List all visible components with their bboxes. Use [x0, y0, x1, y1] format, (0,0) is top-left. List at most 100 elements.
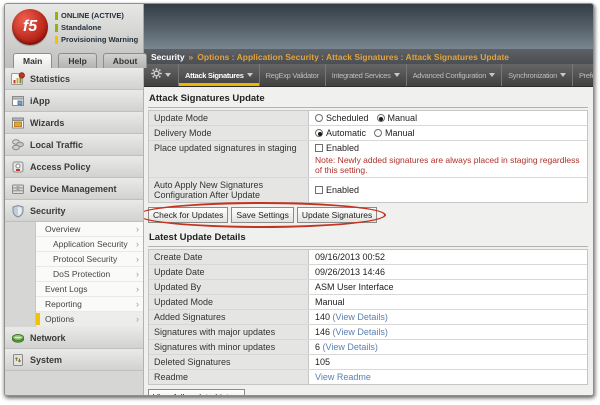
save-settings-button[interactable]: Save Settings [231, 207, 293, 223]
device-management-icon [10, 182, 25, 196]
nav-tab-label: About [113, 56, 138, 66]
view-readme-link[interactable]: View Readme [315, 372, 371, 382]
sidebar-item-label: Wizards [30, 118, 64, 128]
radio-delivery-manual[interactable] [374, 129, 382, 137]
setting-label: Update Mode [149, 111, 309, 125]
nav-tab-about[interactable]: About [103, 53, 148, 68]
sidebar-bottom-items: Network System [5, 327, 143, 371]
security-icon [10, 204, 25, 218]
setting-label: Delivery Mode [149, 126, 309, 140]
breadcrumb-path[interactable]: Options : Application Security : Attack … [197, 52, 509, 62]
view-details-link[interactable]: View Details [336, 312, 385, 322]
staging-row: Place updated signatures in staging Enab… [149, 141, 587, 178]
sidebar-subitem-protocol-security[interactable]: Protocol Security › [36, 252, 143, 267]
radio-scheduled[interactable] [315, 114, 323, 122]
delivery-mode-row: Delivery Mode Automatic Manual [149, 126, 587, 141]
nav-tab-main[interactable]: Main [13, 53, 52, 68]
toolbar-tab-label: Preferences [579, 71, 593, 80]
status-indicator-icon [55, 36, 58, 44]
system-icon [10, 353, 25, 367]
sidebar-subitem-options[interactable]: Options › [36, 312, 143, 327]
check-for-updates-button[interactable]: Check for Updates [148, 207, 228, 223]
sidebar-item-security[interactable]: Security [5, 200, 143, 222]
view-full-update-history-button[interactable]: View full update history [148, 389, 245, 395]
status-label: Provisioning Warning [61, 35, 138, 44]
toolbar-gear-button[interactable] [144, 64, 179, 86]
toolbar-tab-regexp-validator[interactable]: RegExp Validator [260, 64, 326, 86]
sidebar-subitem-label: Protocol Security [53, 254, 117, 264]
sidebar-subitem-overview[interactable]: Overview › [36, 222, 143, 237]
sidebar-item-statistics[interactable]: Statistics [5, 68, 143, 90]
latest-update-details-section: Latest Update Details Create Date 09/16/… [148, 230, 588, 395]
detail-value-text: 140 [315, 312, 330, 322]
sidebar-item-device-management[interactable]: Device Management [5, 178, 143, 200]
dropdown-arrow-icon [165, 73, 171, 77]
radio-manual[interactable] [377, 114, 385, 122]
detail-value-text: Manual [315, 297, 345, 307]
settings-buttons: Check for UpdatesSave SettingsUpdate Sig… [148, 207, 377, 223]
wizards-icon [10, 116, 25, 130]
view-details-link[interactable]: View Details [326, 342, 375, 352]
sidebar-item-access-policy[interactable]: Access Policy [5, 156, 143, 178]
toolbar-tab-attack-signatures[interactable]: Attack Signatures [179, 64, 260, 86]
network-icon [10, 331, 25, 345]
main-content: Attack Signatures Update Update Mode Sch… [144, 87, 593, 395]
detail-label: Signatures with minor updates [149, 340, 309, 354]
toolbar-tab-label: Attack Signatures [185, 71, 244, 80]
toolbar-tab-preferences[interactable]: Preferences [573, 64, 593, 86]
sidebar-item-local-traffic[interactable]: Local Traffic [5, 134, 143, 156]
radio-automatic[interactable] [315, 129, 323, 137]
local-traffic-icon [10, 138, 25, 152]
auto-apply-row: Auto Apply New Signatures Configuration … [149, 178, 587, 202]
detail-label: Readme [149, 370, 309, 384]
sidebar-subitem-application-security[interactable]: Application Security › [36, 237, 143, 252]
sidebar-item-wizards[interactable]: Wizards [5, 112, 143, 134]
security-toolbar: Attack Signatures RegExp Validator Integ… [144, 64, 593, 87]
device-status: ONLINE (ACTIVE) Standalone Provisioning … [55, 11, 138, 47]
radio-label-manual: Manual [388, 113, 418, 123]
detail-value-text: ASM User Interface [315, 282, 394, 292]
setting-label: Auto Apply New Signatures Configuration … [149, 178, 309, 202]
sidebar-item-system[interactable]: System [5, 349, 143, 371]
auto-apply-enabled-checkbox[interactable] [315, 186, 323, 194]
sidebar-subitem-event-logs[interactable]: Event Logs › [36, 282, 143, 297]
status-indicator-icon [55, 12, 58, 20]
breadcrumb: Security » Options : Application Securit… [144, 49, 593, 64]
update-signatures-button[interactable]: Update Signatures [297, 207, 377, 223]
sidebar-subitem-label: Application Security [53, 239, 128, 249]
chevron-right-icon: › [136, 240, 139, 249]
paren: ) [375, 342, 378, 352]
view-details-link[interactable]: View Details [336, 327, 385, 337]
toolbar-tab-integrated-services[interactable]: Integrated Services [326, 64, 407, 86]
status-online-active: ONLINE (ACTIVE) [55, 11, 138, 20]
detail-row-deleted-signatures: Deleted Signatures 105 [149, 355, 587, 370]
nav-tab-help[interactable]: Help [58, 53, 96, 68]
detail-value-text: 146 [315, 327, 330, 337]
sidebar-subitem-dos-protection[interactable]: DoS Protection › [36, 267, 143, 282]
detail-row-signatures-with-major-updates: Signatures with major updates 146 (View … [149, 325, 587, 340]
detail-label: Signatures with major updates [149, 325, 309, 339]
sidebar-item-network[interactable]: Network [5, 327, 143, 349]
status-label: ONLINE (ACTIVE) [61, 11, 124, 20]
chevron-right-icon: › [136, 255, 139, 264]
sidebar-item-iapp[interactable]: iApp [5, 90, 143, 112]
radio-label-scheduled: Scheduled [326, 113, 369, 123]
sidebar-subitem-label: Options [45, 314, 74, 324]
toolbar-tab-advanced-configuration[interactable]: Advanced Configuration [407, 64, 502, 86]
detail-value: 6 (View Details) [309, 340, 587, 354]
nav-tab-label: Main [23, 56, 42, 66]
toolbar-tab-synchronization[interactable]: Synchronization [502, 64, 573, 86]
settings-table: Update Mode Scheduled Manual Delivery Mo… [148, 110, 588, 203]
staging-enabled-checkbox[interactable] [315, 144, 323, 152]
radio-label-delivery-manual: Manual [385, 128, 415, 138]
detail-value: View Readme [309, 370, 587, 384]
dropdown-arrow-icon [247, 73, 253, 77]
status-indicator-icon [55, 24, 58, 32]
setting-label: Place updated signatures in staging [149, 141, 309, 177]
status-standalone: Standalone [55, 23, 138, 32]
toolbar-tab-label: Synchronization [508, 71, 557, 80]
sidebar-subitem-reporting[interactable]: Reporting › [36, 297, 143, 312]
history-button-row: View full update history [148, 389, 588, 395]
breadcrumb-section[interactable]: Security [151, 52, 185, 62]
detail-label: Deleted Signatures [149, 355, 309, 369]
